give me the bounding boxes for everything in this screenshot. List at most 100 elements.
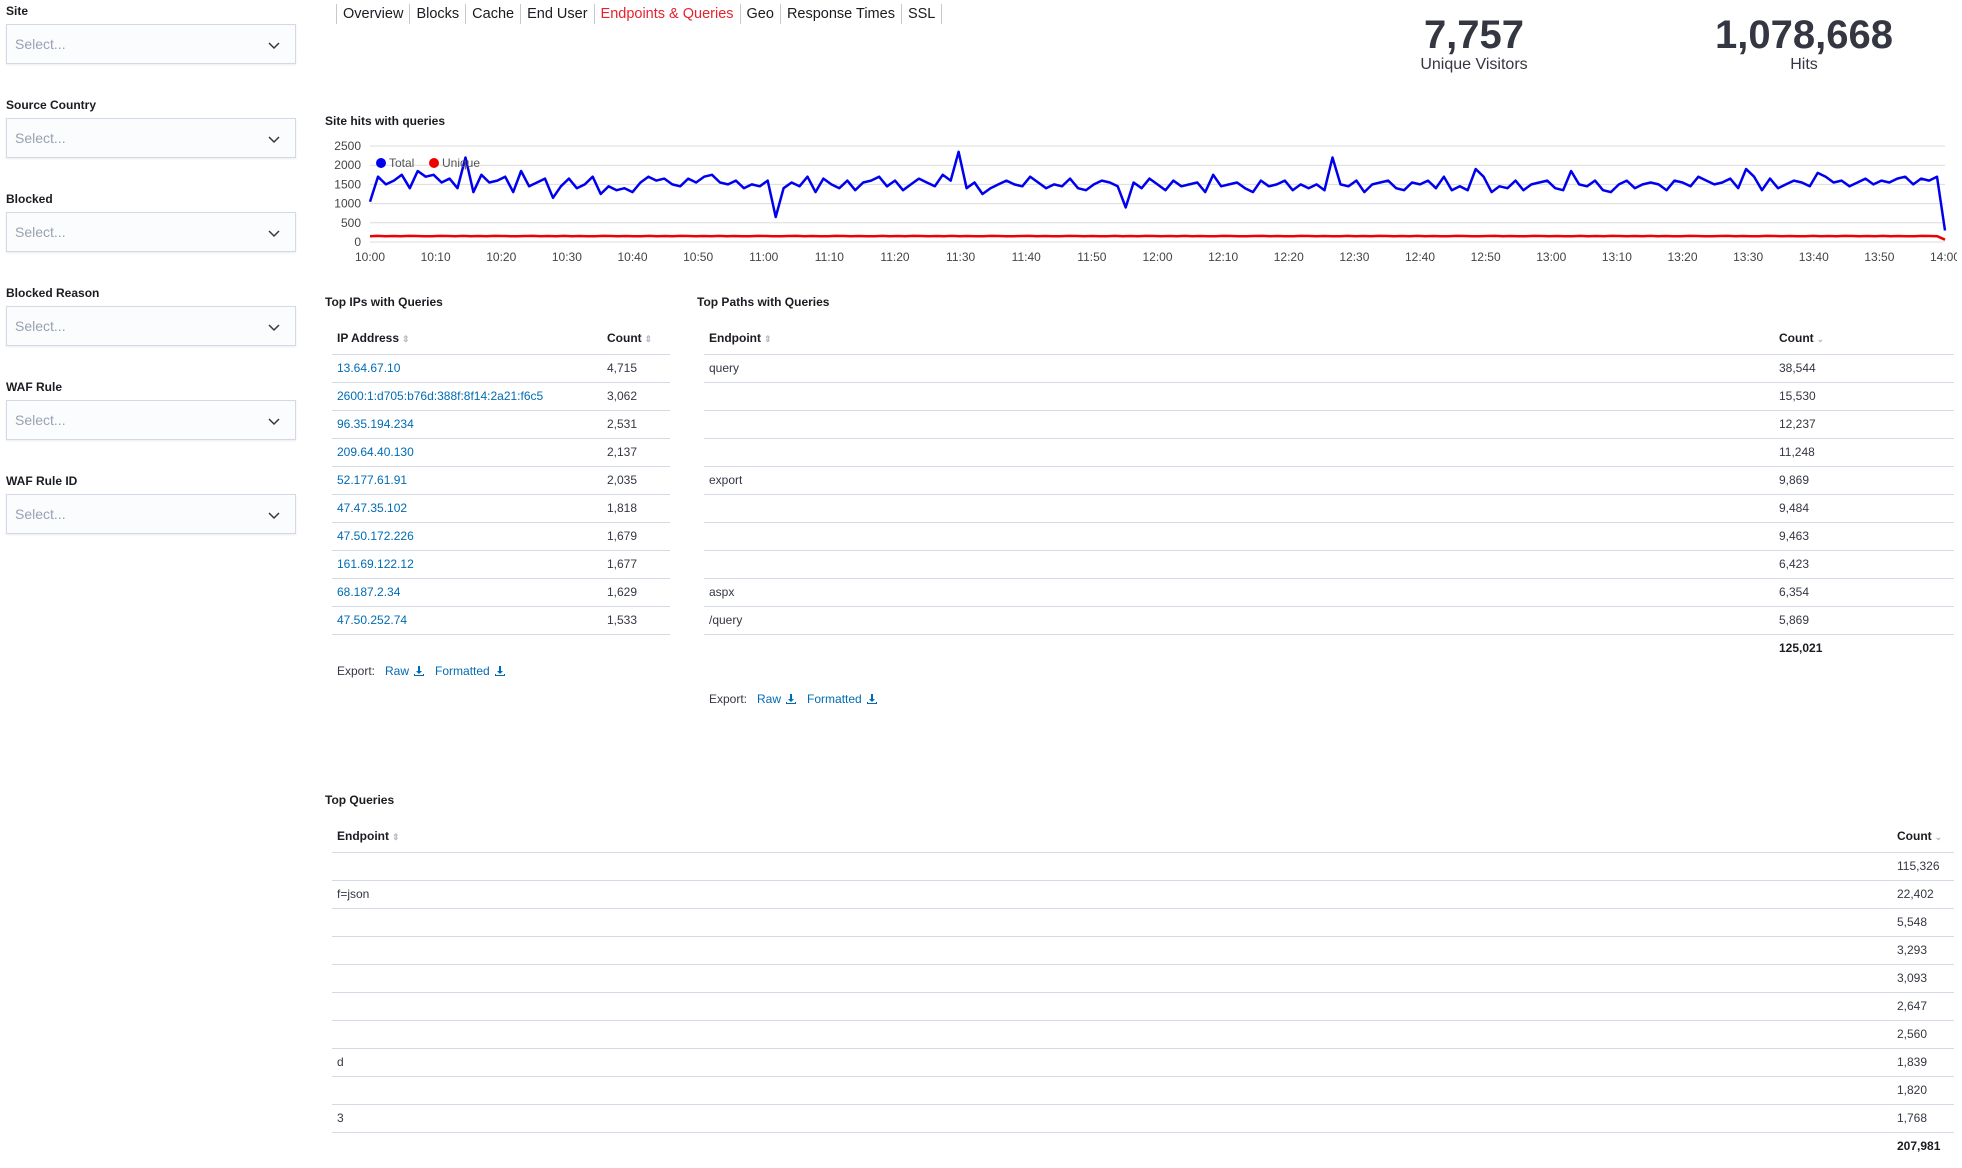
y-tick-label: 1000 xyxy=(334,197,361,211)
endpoint-cell xyxy=(332,1076,1892,1105)
endpoint-header[interactable]: Endpoint ⇕ xyxy=(704,323,1774,355)
download-icon xyxy=(494,666,505,676)
endpoint-header[interactable]: Endpoint ⇕ xyxy=(332,821,1892,853)
ip-link[interactable]: 161.69.122.12 xyxy=(332,550,602,579)
count-header[interactable]: Count ⌄ xyxy=(1892,821,1954,853)
endpoint-cell xyxy=(704,494,1774,523)
tab-endpoints-queries[interactable]: Endpoints & Queries xyxy=(593,4,740,24)
filter-label: Source Country xyxy=(6,98,97,112)
hits-metric: 1,078,668 Hits xyxy=(1664,14,1944,74)
ip-link[interactable]: 96.35.194.234 xyxy=(332,410,602,439)
count-cell: 1,629 xyxy=(602,578,670,607)
count-cell: 15,530 xyxy=(1774,382,1954,411)
download-icon xyxy=(414,666,425,676)
legend-marker xyxy=(429,158,439,168)
tab-overview[interactable]: Overview xyxy=(336,4,409,24)
count-cell: 22,402 xyxy=(1892,880,1954,909)
count-cell: 3,062 xyxy=(602,382,670,411)
tab-ssl[interactable]: SSL xyxy=(900,4,943,24)
x-tick-label: 10:20 xyxy=(486,250,516,264)
x-tick-label: 10:40 xyxy=(617,250,647,264)
table-row: /query 5,869 xyxy=(704,606,1954,635)
ip-link[interactable]: 68.187.2.34 xyxy=(332,578,602,607)
endpoint-cell xyxy=(332,908,1892,937)
count-cell: 5,548 xyxy=(1892,908,1954,937)
select-placeholder: Select... xyxy=(15,224,66,240)
x-tick-label: 11:20 xyxy=(880,250,909,264)
table-row: 3,293 xyxy=(332,936,1954,965)
tab-cache[interactable]: Cache xyxy=(465,4,520,24)
blocked-select[interactable]: Select... xyxy=(6,212,296,252)
count-cell: 11,248 xyxy=(1774,438,1954,467)
export-formatted-link[interactable]: Formatted xyxy=(435,664,506,678)
count-cell: 6,423 xyxy=(1774,550,1954,579)
endpoint-cell: d xyxy=(332,1048,1892,1077)
count-cell: 9,484 xyxy=(1774,494,1954,523)
table-row: 115,326 xyxy=(332,852,1954,881)
count-header[interactable]: Count ⌄ xyxy=(1774,323,1954,355)
unique-visitors-metric: 7,757 Unique Visitors xyxy=(1374,14,1574,74)
endpoint-cell xyxy=(332,1020,1892,1049)
table-row: f=json 22,402 xyxy=(332,880,1954,909)
x-tick-label: 11:50 xyxy=(1077,250,1106,264)
source-country-select[interactable]: Select... xyxy=(6,118,296,158)
tab-blocks[interactable]: Blocks xyxy=(409,4,465,24)
export-raw-link[interactable]: Raw xyxy=(757,692,797,706)
endpoint-cell: export xyxy=(704,466,1774,495)
total-row: 207,981 xyxy=(332,1132,1954,1160)
total-count: 125,021 xyxy=(1779,641,1823,656)
x-tick-label: 13:40 xyxy=(1799,250,1829,264)
top-paths-table: Endpoint ⇕ Count ⌄ query 38,544 15,530 12,237… xyxy=(704,323,1954,662)
x-tick-label: 12:10 xyxy=(1208,250,1238,264)
endpoint-cell xyxy=(704,522,1774,551)
series-line-total xyxy=(368,150,1947,231)
ip-link[interactable]: 209.64.40.130 xyxy=(332,438,602,467)
x-tick-label: 10:10 xyxy=(421,250,451,264)
endpoint-cell: /query xyxy=(704,606,1774,635)
chevron-down-icon xyxy=(268,42,280,50)
ip-link[interactable]: 2600:1:d705:b76d:388f:8f14:2a21:f6c5 xyxy=(332,382,602,411)
filter-label: Site xyxy=(6,4,29,18)
select-placeholder: Select... xyxy=(15,130,66,146)
ip-link[interactable]: 47.50.252.74 xyxy=(332,606,602,635)
count-cell: 12,237 xyxy=(1774,410,1954,439)
table-row: 9,484 xyxy=(704,494,1954,523)
x-tick-label: 13:30 xyxy=(1733,250,1763,264)
tab-geo[interactable]: Geo xyxy=(739,4,780,24)
site-select[interactable]: Select... xyxy=(6,24,296,64)
export-raw-link[interactable]: Raw xyxy=(385,664,425,678)
tab-end-user[interactable]: End User xyxy=(520,4,593,24)
metric-value: 1,078,668 xyxy=(1715,13,1893,57)
table-row: export 9,869 xyxy=(704,466,1954,495)
export-formatted-link[interactable]: Formatted xyxy=(807,692,878,706)
line-chart: 0 500 1000 1500 2000 2500 10:00 10:10 10:20 10:30… xyxy=(334,139,1960,264)
table-row: aspx 6,354 xyxy=(704,578,1954,607)
ip-link[interactable]: 13.64.67.10 xyxy=(332,354,602,383)
count-cell: 5,869 xyxy=(1774,606,1954,635)
x-tick-label: 10:50 xyxy=(683,250,713,264)
select-placeholder: Select... xyxy=(15,506,66,522)
endpoint-cell xyxy=(704,438,1774,467)
endpoint-cell xyxy=(704,410,1774,439)
ip-link[interactable]: 47.50.172.226 xyxy=(332,522,602,551)
tab-response-times[interactable]: Response Times xyxy=(779,4,901,24)
table-row: 12,237 xyxy=(704,410,1954,439)
ip-link[interactable]: 52.177.61.91 xyxy=(332,466,602,495)
top-ips-table: IP Address ⇕ Count ⇕ 13.64.67.10 4,715 2600:… xyxy=(332,323,670,635)
chevron-down-icon xyxy=(268,230,280,238)
table-row: 47.50.252.74 1,533 xyxy=(332,606,670,635)
top-queries-title: Top Queries xyxy=(325,793,395,807)
endpoint-cell xyxy=(704,550,1774,579)
waf-rule-id-select[interactable]: Select... xyxy=(6,494,296,534)
ip-link[interactable]: 47.47.35.102 xyxy=(332,494,602,523)
blocked-reason-select[interactable]: Select... xyxy=(6,306,296,346)
count-header[interactable]: Count ⇕ xyxy=(602,323,670,355)
ip-header[interactable]: IP Address ⇕ xyxy=(332,323,602,355)
top-ips-export: Export: Raw Formatted xyxy=(337,664,506,678)
table-row: 161.69.122.12 1,677 xyxy=(332,550,670,579)
x-tick-label: 14:00 xyxy=(1930,250,1957,264)
table-row: 52.177.61.91 2,035 xyxy=(332,466,670,495)
waf-rule-select[interactable]: Select... xyxy=(6,400,296,440)
x-tick-label: 13:50 xyxy=(1864,250,1894,264)
chevron-down-icon xyxy=(268,136,280,144)
